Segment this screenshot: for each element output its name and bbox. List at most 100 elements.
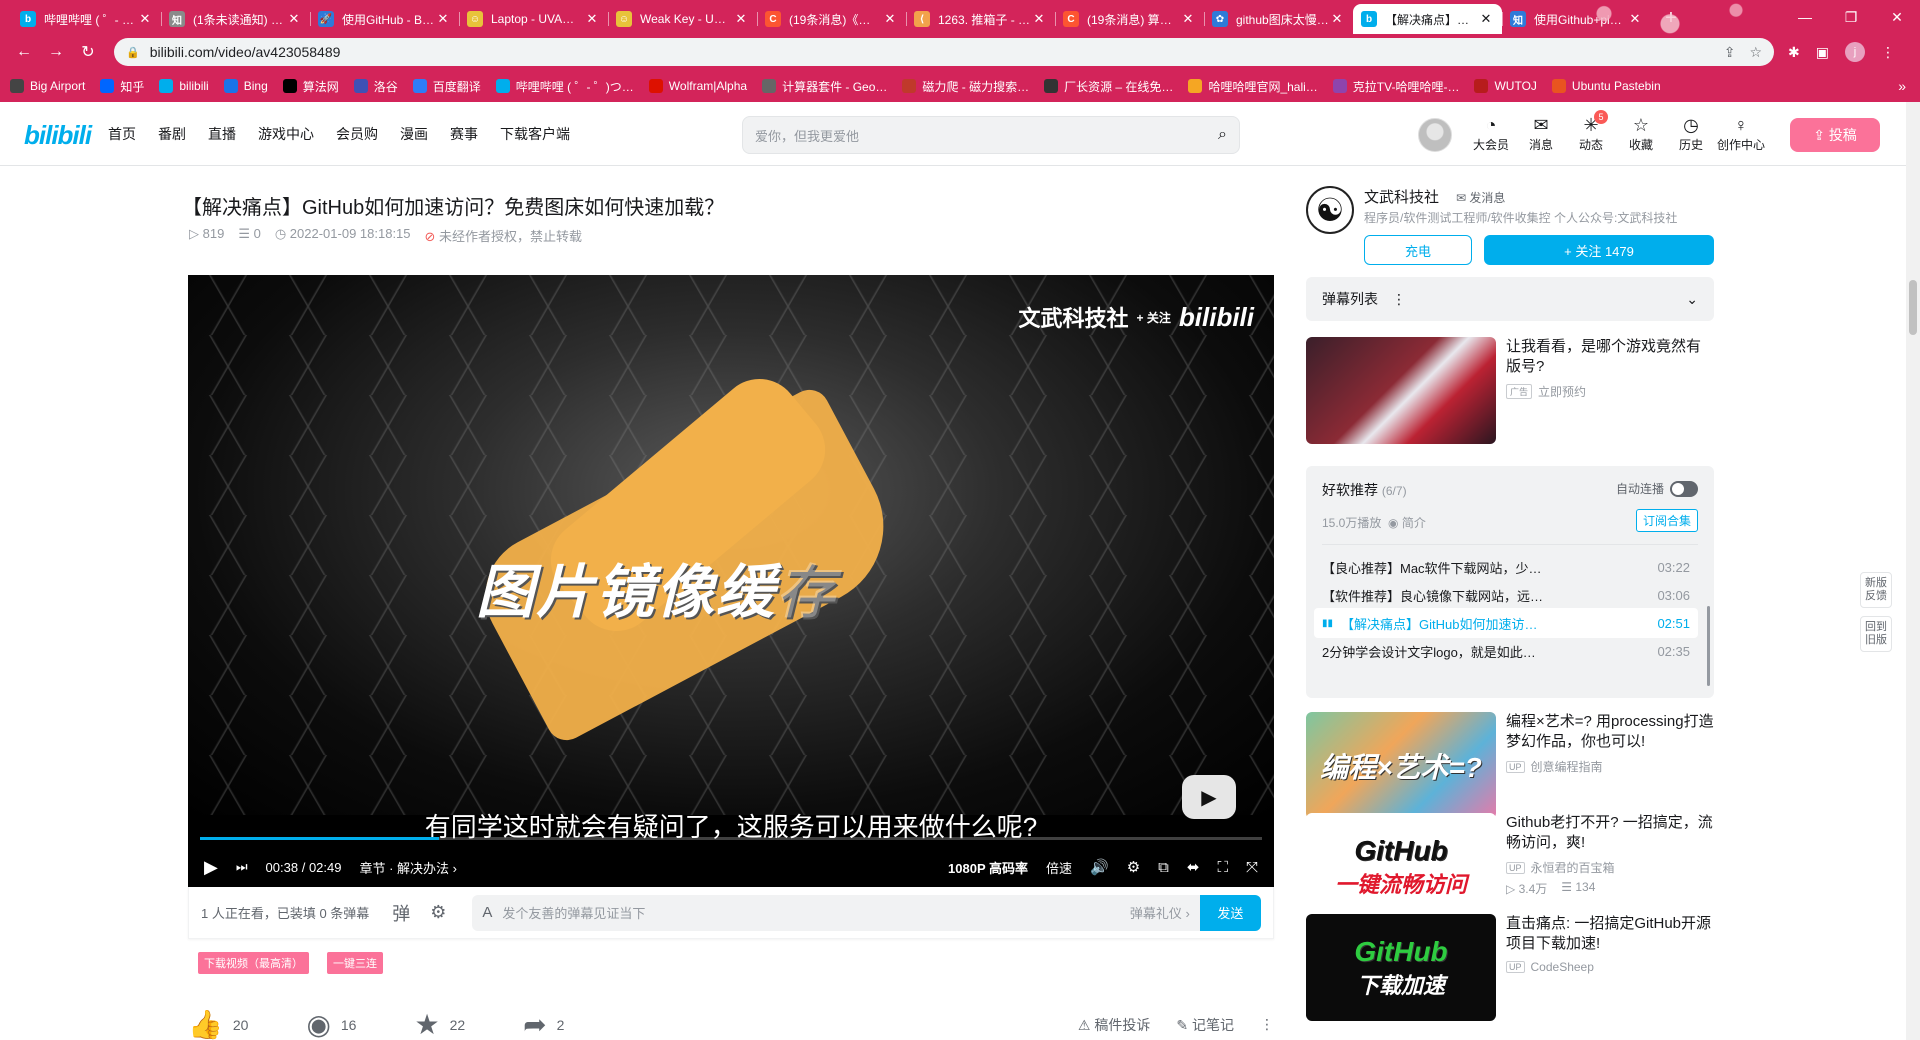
- bookmark-item[interactable]: Bing: [223, 79, 268, 93]
- bookmark-item[interactable]: bilibili: [159, 79, 209, 93]
- playlist-item[interactable]: 【良心推荐】Mac软件下载网站，少… 03:22: [1314, 552, 1698, 582]
- bilibili-logo[interactable]: bilibili: [24, 120, 92, 151]
- danmaku-etiquette-link[interactable]: 弹幕礼仪 ›: [1130, 903, 1190, 922]
- danmaku-settings-icon[interactable]: ⚙: [430, 902, 446, 923]
- tab-close-icon[interactable]: ✕: [733, 11, 749, 27]
- bookmark-item[interactable]: Big Airport: [10, 79, 85, 93]
- progress-bar[interactable]: [200, 837, 1262, 840]
- favorite-button[interactable]: ★ 22: [414, 1008, 465, 1040]
- send-danmaku-button[interactable]: 发送: [1199, 894, 1261, 931]
- recommend-thumbnail[interactable]: GitHub 一键流畅访问: [1306, 813, 1496, 920]
- follow-button[interactable]: + 关注 1479: [1484, 235, 1714, 265]
- nav-item[interactable]: 漫画: [400, 124, 428, 144]
- volume-icon[interactable]: 🔊: [1090, 858, 1109, 876]
- close-window-icon[interactable]: ✕: [1874, 0, 1920, 34]
- danmaku-list-toggle[interactable]: 弹幕列表 ⋮ ⌄: [1306, 277, 1714, 321]
- browser-tab[interactable]: C (19条消息) 算法… ✕: [1055, 4, 1204, 34]
- ad-thumbnail[interactable]: [1306, 337, 1496, 444]
- tab-close-icon[interactable]: ✕: [435, 11, 451, 27]
- playlist-title[interactable]: 好软推荐 (6/7): [1322, 480, 1407, 500]
- bookmark-item[interactable]: 计算器套件 - Geo…: [762, 78, 887, 95]
- quality-selector[interactable]: 1080P 高码率: [948, 858, 1028, 877]
- playlist-scrollbar[interactable]: [1707, 606, 1710, 686]
- more-icon[interactable]: ⋮: [1260, 1016, 1274, 1033]
- header-favorite-button[interactable]: ☆ 收藏: [1616, 114, 1666, 153]
- next-icon[interactable]: ⏭: [236, 859, 248, 875]
- search-input[interactable]: 爱你，但我更爱他: [755, 126, 1218, 145]
- reload-icon[interactable]: ↻: [74, 38, 102, 66]
- bookmark-item[interactable]: 洛谷: [353, 78, 398, 95]
- send-message-link[interactable]: ✉ 发消息: [1456, 189, 1505, 206]
- user-avatar[interactable]: [1418, 118, 1452, 152]
- browser-tab[interactable]: b 【解决痛点】Gi… ✕: [1353, 4, 1502, 34]
- sidebar-icon[interactable]: ▣: [1816, 44, 1829, 61]
- chapter-selector[interactable]: 章节 · 解决办法 ›: [359, 858, 457, 877]
- font-style-icon[interactable]: A: [482, 904, 492, 921]
- bookmark-item[interactable]: 磁力爬 - 磁力搜索…: [902, 78, 1029, 95]
- recommend-card[interactable]: GitHub 下载加速 直击痛点: 一招搞定GitHub开源项目下载加速! UP…: [1306, 914, 1714, 1021]
- nav-item[interactable]: 首页: [108, 124, 136, 144]
- nav-item[interactable]: 会员购: [336, 124, 378, 144]
- browser-tab[interactable]: ⟨ 1263. 推箱子 - … ✕: [906, 4, 1055, 34]
- nav-item[interactable]: 赛事: [450, 124, 478, 144]
- recommend-author[interactable]: UP CodeSheep: [1506, 960, 1714, 974]
- speed-selector[interactable]: 倍速: [1046, 858, 1072, 877]
- fullscreen-icon[interactable]: ⤧: [1246, 859, 1258, 876]
- playlist-item[interactable]: ▮▮ 【解决痛点】GitHub如何加速访… 02:51: [1314, 608, 1698, 638]
- nav-item[interactable]: 游戏中心: [258, 124, 314, 144]
- browser-tab[interactable]: 知 (1条未读通知) … ✕: [161, 4, 310, 34]
- tab-close-icon[interactable]: ✕: [1329, 11, 1345, 27]
- tab-close-icon[interactable]: ✕: [882, 11, 898, 27]
- danmaku-input[interactable]: A 发个友善的弹幕见证当下 弹幕礼仪 ›: [472, 894, 1200, 931]
- share-icon[interactable]: ⇪: [1724, 44, 1736, 61]
- uploader-name[interactable]: 文武科技社: [1364, 186, 1439, 207]
- bookmark-item[interactable]: 厂长资源 – 在线免…: [1044, 78, 1173, 95]
- uploader-avatar[interactable]: ☯: [1306, 186, 1354, 234]
- bookmark-item[interactable]: 百度翻译: [412, 78, 481, 95]
- coin-button[interactable]: ◉ 16: [306, 1008, 356, 1040]
- tab-close-icon[interactable]: ✕: [1180, 11, 1196, 27]
- old-version-button[interactable]: 回到旧版: [1860, 616, 1892, 652]
- forward-icon[interactable]: →: [42, 38, 70, 66]
- danmaku-toggle-icon[interactable]: 弹: [392, 900, 410, 926]
- browser-tab[interactable]: ☺ Weak Key - UV… ✕: [608, 4, 757, 34]
- settings-icon[interactable]: ⚙: [1127, 858, 1140, 876]
- notes-button[interactable]: ✎ 记笔记: [1176, 1015, 1234, 1035]
- browser-tab[interactable]: ☺ Laptop - UVA… ✕: [459, 4, 608, 34]
- page-scrollbar[interactable]: [1906, 102, 1920, 1040]
- header-history-button[interactable]: ◷ 历史: [1666, 114, 1716, 153]
- recommend-thumbnail[interactable]: GitHub 下载加速: [1306, 914, 1496, 1021]
- nav-item[interactable]: 番剧: [158, 124, 186, 144]
- recommend-card[interactable]: 编程×艺术=? 编程×艺术=? 用processing打造梦幻作品，你也可以! …: [1306, 712, 1714, 819]
- header-dynamic-button[interactable]: ✳ 5 动态: [1566, 110, 1616, 153]
- playlist-item[interactable]: 【软件推荐】良心镜像下载网站，远… 03:06: [1314, 580, 1698, 610]
- share-button[interactable]: ➦ 2: [523, 1008, 564, 1040]
- bookmark-item[interactable]: 算法网: [282, 78, 339, 95]
- feedback-button[interactable]: 新版反馈: [1860, 572, 1892, 608]
- recommend-title[interactable]: 直击痛点: 一招搞定GitHub开源项目下载加速!: [1506, 914, 1714, 954]
- extensions-icon[interactable]: ✱: [1788, 44, 1800, 61]
- nav-item[interactable]: 下载客户端: [500, 124, 570, 144]
- playlist-intro[interactable]: 简介: [1402, 516, 1426, 530]
- search-box[interactable]: 爱你，但我更爱他 ⌕: [742, 116, 1240, 154]
- web-fullscreen-icon[interactable]: ⛶: [1217, 859, 1228, 876]
- charge-button[interactable]: 充电: [1364, 235, 1472, 265]
- bookmark-item[interactable]: WUTOJ: [1474, 79, 1537, 93]
- recommend-title[interactable]: Github老打不开? 一招搞定，流畅访问，爽!: [1506, 813, 1714, 853]
- search-icon[interactable]: ⌕: [1218, 126, 1227, 144]
- bookmark-item[interactable]: 哈哩哈哩官网_hali…: [1188, 78, 1318, 95]
- header-vip-button[interactable]: ◔ 大会员: [1466, 114, 1516, 153]
- menu-icon[interactable]: ⋮: [1881, 44, 1895, 61]
- danmaku-list-more-icon[interactable]: ⋮: [1392, 291, 1406, 308]
- ad-card[interactable]: 让我看看，是哪个游戏竟然有版号? 广告 立即预约: [1306, 337, 1714, 444]
- tab-close-icon[interactable]: ✕: [137, 11, 153, 27]
- autoplay-toggle[interactable]: 自动连播: [1616, 480, 1698, 497]
- play-icon[interactable]: ▶: [204, 857, 218, 878]
- bookmark-item[interactable]: Wolfram|Alpha: [648, 79, 747, 93]
- profile-avatar[interactable]: j: [1844, 42, 1865, 62]
- header-creator-button[interactable]: ♀ 创作中心: [1716, 114, 1766, 153]
- minimize-icon[interactable]: —: [1782, 0, 1828, 34]
- recommend-author[interactable]: UP 永恒君的百宝箱: [1506, 859, 1714, 876]
- like-button[interactable]: 👍 20: [188, 1008, 248, 1040]
- follow-overlay-button[interactable]: + 关注: [1137, 309, 1171, 326]
